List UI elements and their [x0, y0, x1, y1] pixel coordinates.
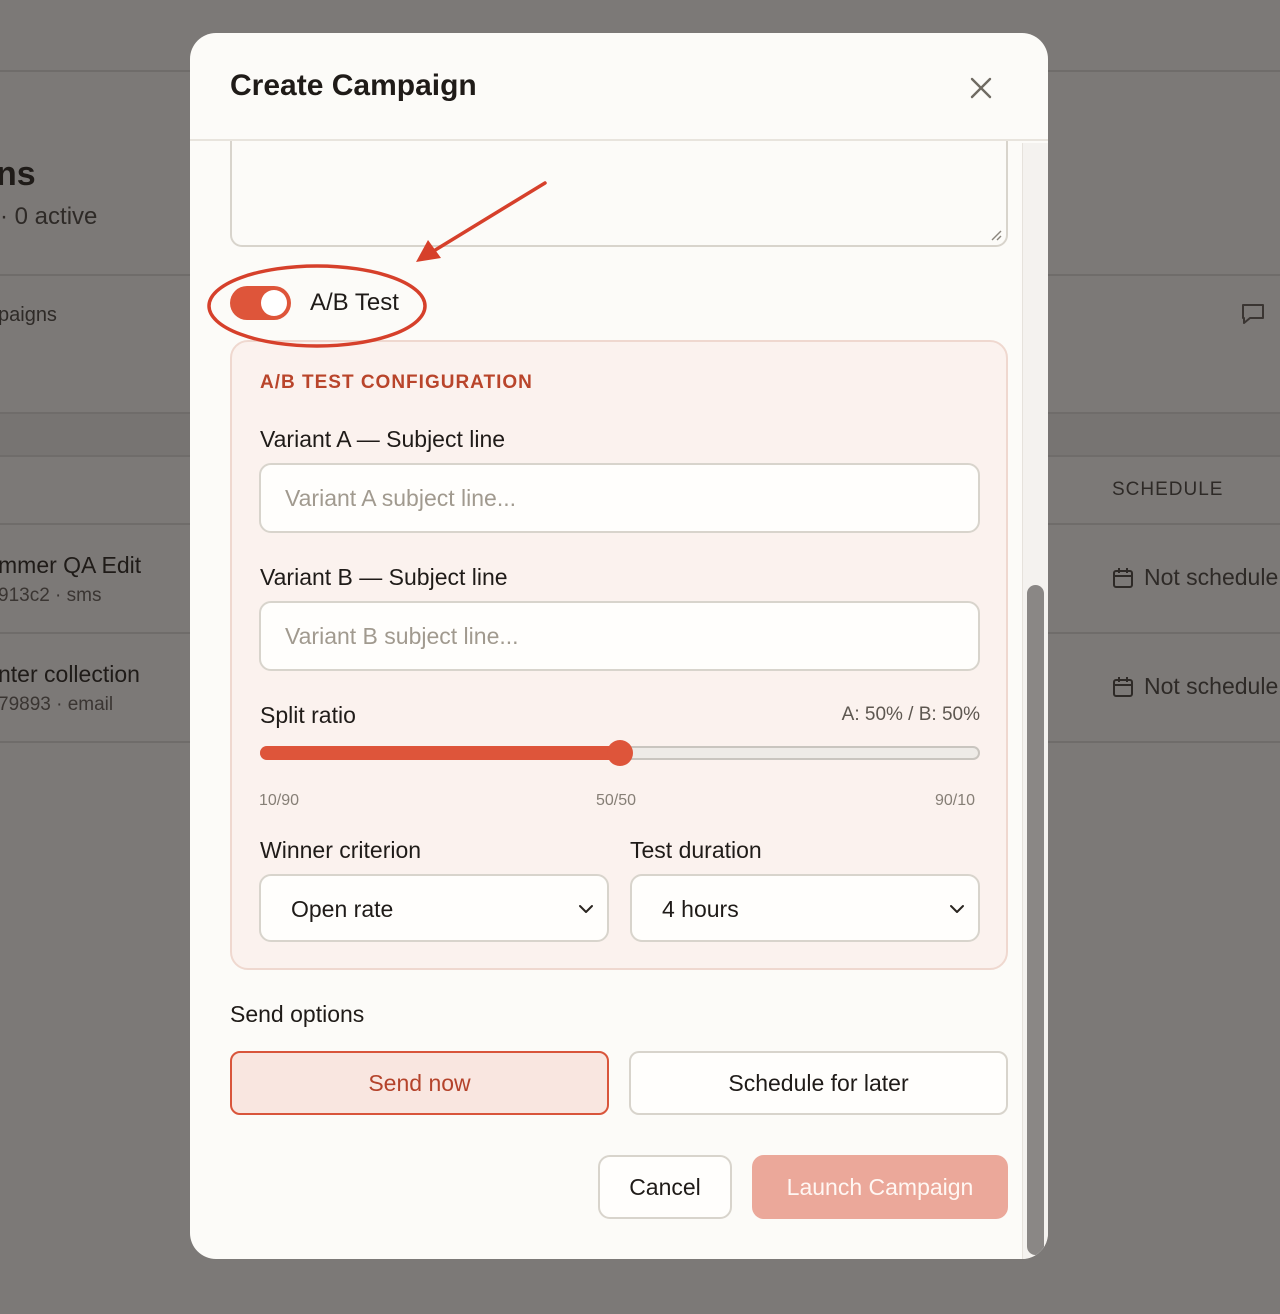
toggle-knob: [261, 290, 287, 316]
modal-title: Create Campaign: [230, 69, 477, 102]
chevron-down-icon: [950, 905, 964, 913]
tab-campaigns[interactable]: paigns: [0, 304, 57, 327]
create-campaign-modal: Create Campaign A/B Test A/B TEST CONFIG…: [190, 33, 1048, 1259]
scrollbar-thumb[interactable]: [1027, 585, 1044, 1255]
select-value: Open rate: [291, 896, 394, 922]
tick-label: 10/90: [259, 792, 300, 809]
cancel-button[interactable]: Cancel: [598, 1155, 732, 1219]
tick-label: 90/10: [935, 792, 976, 809]
message-textarea[interactable]: [230, 141, 1008, 247]
tick-label: 50/50: [596, 792, 637, 809]
calendar-icon: [1113, 567, 1133, 588]
variant-a-label: Variant A — Subject line: [260, 426, 506, 452]
row-title[interactable]: nter collection: [0, 661, 140, 688]
schedule-text: Not schedule: [1144, 564, 1279, 590]
variant-b-label: Variant B — Subject line: [260, 564, 508, 590]
variant-b-input[interactable]: Variant B subject line...: [259, 601, 980, 671]
winner-criterion-label: Winner criterion: [260, 837, 422, 863]
split-ratio-value: A: 50% / B: 50%: [841, 704, 980, 725]
winner-criterion-select[interactable]: Open rate: [259, 874, 609, 942]
slider-thumb[interactable]: [607, 740, 633, 766]
variant-a-input[interactable]: Variant A subject line...: [259, 463, 980, 533]
chat-icon[interactable]: [1240, 303, 1266, 325]
page-subtitle: · 0 active: [0, 203, 98, 230]
config-heading: A/B TEST CONFIGURATION: [260, 372, 533, 393]
calendar-icon: [1113, 676, 1133, 697]
row-title[interactable]: mmer QA Edit: [0, 552, 141, 579]
modal-header: Create Campaign: [190, 33, 1048, 141]
ab-test-toggle[interactable]: [230, 286, 291, 320]
row-sub: 79893 · email: [0, 694, 114, 715]
row-schedule: Not schedule: [1112, 673, 1278, 700]
row-schedule: Not schedule: [1112, 564, 1278, 591]
ab-test-config-panel: A/B TEST CONFIGURATION Variant A — Subje…: [230, 340, 1008, 970]
column-header-schedule: SCHEDULE: [1112, 479, 1224, 500]
ab-test-label: A/B Test: [310, 289, 399, 316]
page-title: ns: [0, 155, 36, 193]
send-options-label: Send options: [230, 1001, 365, 1027]
resize-grip-icon[interactable]: [990, 229, 1002, 241]
close-icon[interactable]: [966, 73, 996, 103]
row-sub: 913c2 · sms: [0, 585, 102, 606]
launch-campaign-button[interactable]: Launch Campaign: [752, 1155, 1008, 1219]
select-value: 4 hours: [662, 896, 739, 922]
send-now-button[interactable]: Send now: [230, 1051, 609, 1115]
schedule-later-button[interactable]: Schedule for later: [629, 1051, 1008, 1115]
test-duration-select[interactable]: 4 hours: [630, 874, 980, 942]
split-ratio-label: Split ratio: [260, 702, 356, 728]
test-duration-label: Test duration: [630, 837, 762, 863]
schedule-text: Not schedule: [1144, 673, 1279, 699]
chevron-down-icon: [579, 905, 593, 913]
slider-fill: [260, 746, 620, 760]
